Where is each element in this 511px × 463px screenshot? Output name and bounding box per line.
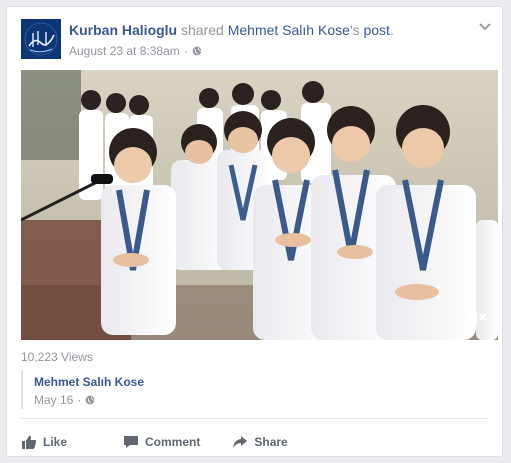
view-count: 10,223 Views xyxy=(21,350,93,364)
sharer-name-link[interactable]: Kurban Halioglu xyxy=(69,22,177,38)
muted-speaker-icon[interactable] xyxy=(466,308,488,326)
avatar[interactable] xyxy=(21,19,61,59)
original-post-date-link[interactable]: May 16 xyxy=(34,393,73,407)
like-label: Like xyxy=(43,435,68,449)
post-actions: Like Comment Share xyxy=(21,430,288,454)
original-post-meta: May 16 · xyxy=(34,393,95,407)
comment-label: Comment xyxy=(145,435,201,449)
original-author-link[interactable]: Mehmet Salıh Kose xyxy=(34,375,144,389)
shared-text: shared xyxy=(181,22,224,38)
original-post-attribution: Mehmet Salıh Kose May 16 · xyxy=(21,371,493,409)
post-link[interactable]: post xyxy=(363,22,389,38)
globe-icon[interactable] xyxy=(192,46,202,56)
original-author-link[interactable]: Mehmet Salıh Kose xyxy=(228,22,350,38)
like-button[interactable]: Like xyxy=(21,434,67,450)
comment-button[interactable]: Comment xyxy=(123,434,200,450)
video-frame-image xyxy=(21,70,498,340)
original-meta-separator: · xyxy=(77,393,82,407)
share-arrow-icon xyxy=(233,436,248,448)
post-header: Kurban Halioglu shared Mehmet Salıh Kose… xyxy=(69,21,394,39)
calligraphy-logo-icon xyxy=(21,19,61,59)
globe-icon[interactable] xyxy=(85,395,95,405)
comment-bubble-icon xyxy=(124,436,139,448)
possessive-text: 's xyxy=(349,22,360,38)
thumbs-up-icon xyxy=(22,435,37,449)
post-meta: August 23 at 8:38am · xyxy=(69,44,202,58)
timestamp-link[interactable]: August 23 at 8:38am xyxy=(69,44,180,58)
video-player[interactable] xyxy=(21,70,498,340)
meta-separator: · xyxy=(183,44,188,58)
share-button[interactable]: Share xyxy=(232,434,288,450)
chevron-down-icon[interactable] xyxy=(478,19,492,33)
post-card: Kurban Halioglu shared Mehmet Salıh Kose… xyxy=(6,6,503,457)
period-text: . xyxy=(389,22,394,38)
actions-divider xyxy=(21,418,488,419)
share-label: Share xyxy=(254,435,288,449)
